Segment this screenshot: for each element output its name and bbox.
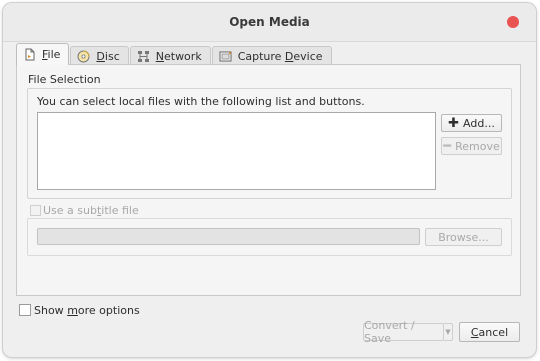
file-selection-title: File Selection <box>28 73 101 86</box>
close-button[interactable] <box>507 16 519 28</box>
plus-icon: ✚ <box>448 115 460 131</box>
network-icon <box>137 50 149 62</box>
minus-icon: ━ <box>443 138 452 154</box>
file-list[interactable] <box>37 112 436 190</box>
tab-file[interactable]: File <box>16 43 70 65</box>
convert-save-button[interactable]: Convert / Save <box>363 319 444 345</box>
use-subtitle-checkbox[interactable] <box>30 205 41 216</box>
cancel-button[interactable]: Cancel <box>459 322 520 342</box>
browse-button[interactable]: Browse... <box>425 228 502 246</box>
remove-button[interactable]: ━ Remove <box>441 137 502 155</box>
disc-icon <box>77 50 90 62</box>
tab-disc[interactable]: Disc <box>70 46 129 65</box>
title-bar: Open Media <box>3 3 536 42</box>
file-icon <box>25 48 35 61</box>
tab-bar: File Disc Network Capture Device <box>16 43 333 65</box>
use-subtitle-label: Use a subtitle file <box>43 204 139 217</box>
capture-device-icon <box>219 51 232 61</box>
add-button[interactable]: ✚ Add... <box>441 114 502 132</box>
convert-save-dropdown-arrow[interactable]: ▼ <box>444 323 453 341</box>
tab-network[interactable]: Network <box>129 46 211 65</box>
show-more-options-checkbox[interactable] <box>19 304 31 316</box>
tab-capture-device[interactable]: Capture Device <box>211 46 332 65</box>
subtitle-file-input[interactable] <box>37 228 420 245</box>
window-title: Open Media <box>229 15 310 29</box>
show-more-options-label: Show more options <box>34 304 140 317</box>
chevron-down-icon: ▼ <box>445 328 451 336</box>
file-selection-hint: You can select local files with the foll… <box>37 95 365 108</box>
